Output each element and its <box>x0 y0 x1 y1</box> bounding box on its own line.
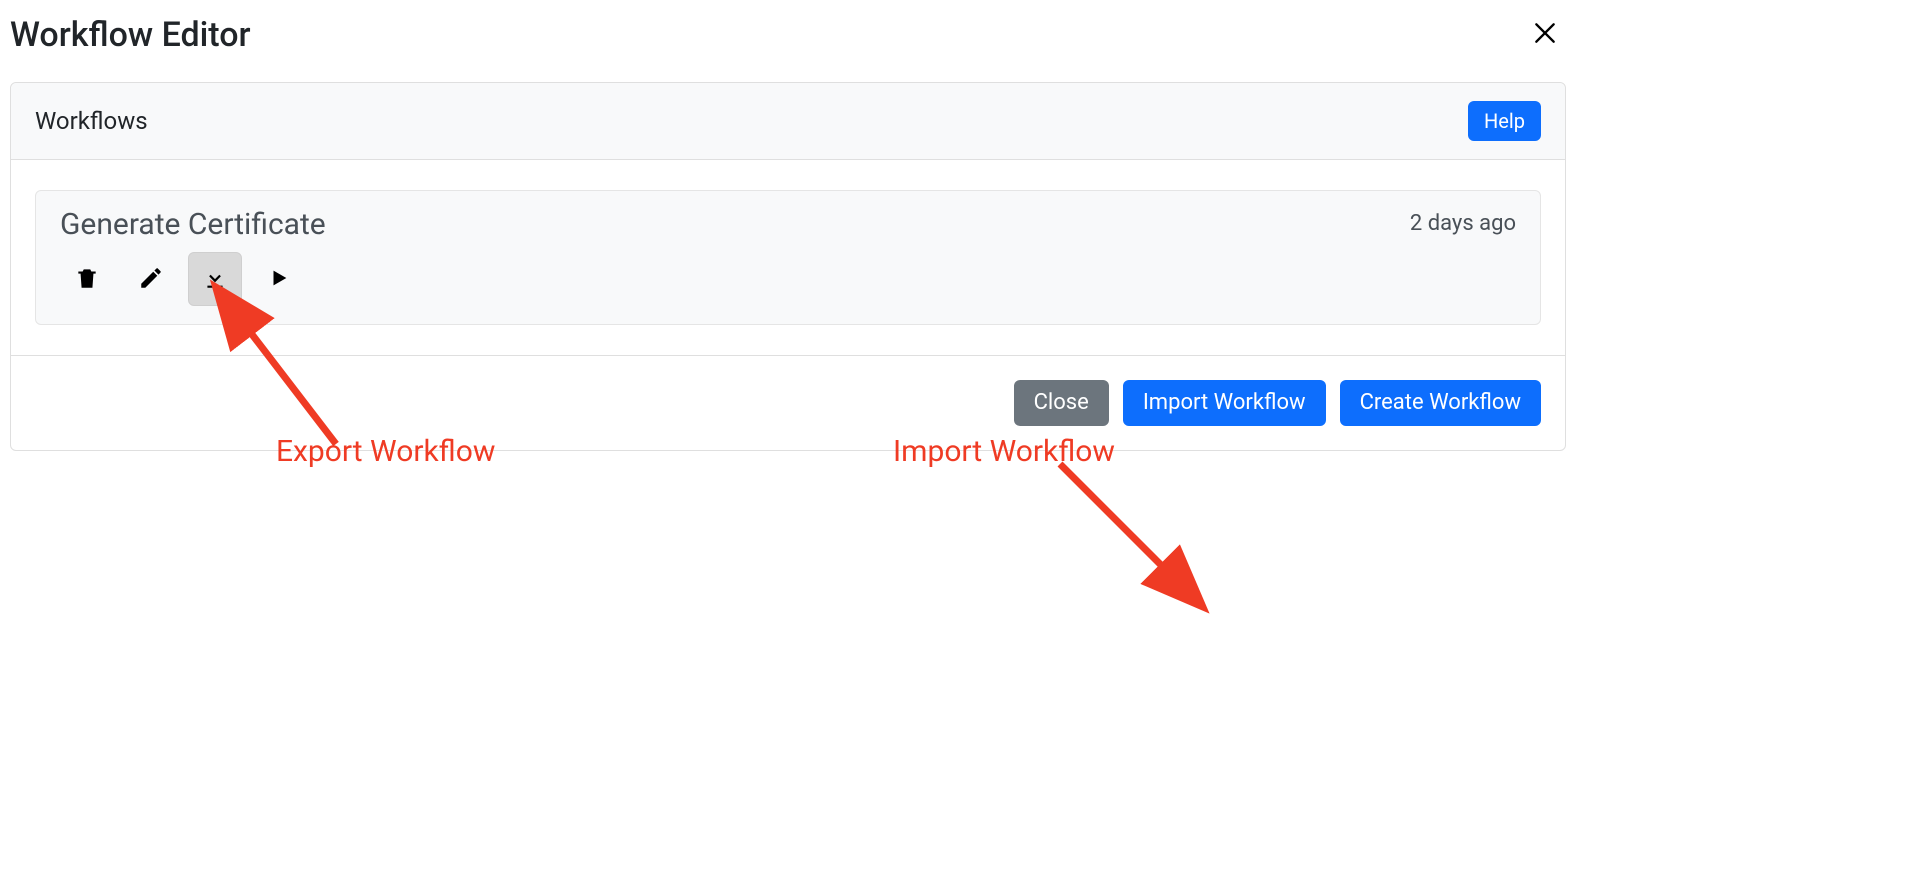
modal-header: Workflow Editor <box>10 14 1566 66</box>
workflows-card-header: Workflows Help <box>11 83 1565 160</box>
workflow-actions <box>60 252 326 306</box>
workflow-name: Generate Certificate <box>60 207 326 242</box>
workflows-card: Workflows Help Generate Certificate <box>10 82 1566 451</box>
export-button[interactable] <box>188 252 242 306</box>
workflow-timestamp: 2 days ago <box>1410 207 1516 236</box>
download-icon <box>202 265 228 294</box>
close-button[interactable]: Close <box>1014 380 1109 426</box>
pencil-icon <box>138 265 164 294</box>
workflow-item: Generate Certificate <box>35 190 1541 325</box>
modal-title: Workflow Editor <box>10 15 251 55</box>
run-button[interactable] <box>252 252 306 306</box>
delete-button[interactable] <box>60 252 114 306</box>
card-footer: Close Import Workflow Create Workflow <box>11 355 1565 450</box>
close-icon[interactable] <box>1524 14 1566 56</box>
trash-icon <box>74 265 100 294</box>
edit-button[interactable] <box>124 252 178 306</box>
workflows-list: Generate Certificate <box>11 160 1565 355</box>
annotation-arrow-import <box>1050 454 1210 604</box>
import-workflow-button[interactable]: Import Workflow <box>1123 380 1326 426</box>
workflows-heading: Workflows <box>35 107 148 135</box>
create-workflow-button[interactable]: Create Workflow <box>1340 380 1541 426</box>
play-icon <box>268 267 290 292</box>
help-button[interactable]: Help <box>1468 101 1541 141</box>
